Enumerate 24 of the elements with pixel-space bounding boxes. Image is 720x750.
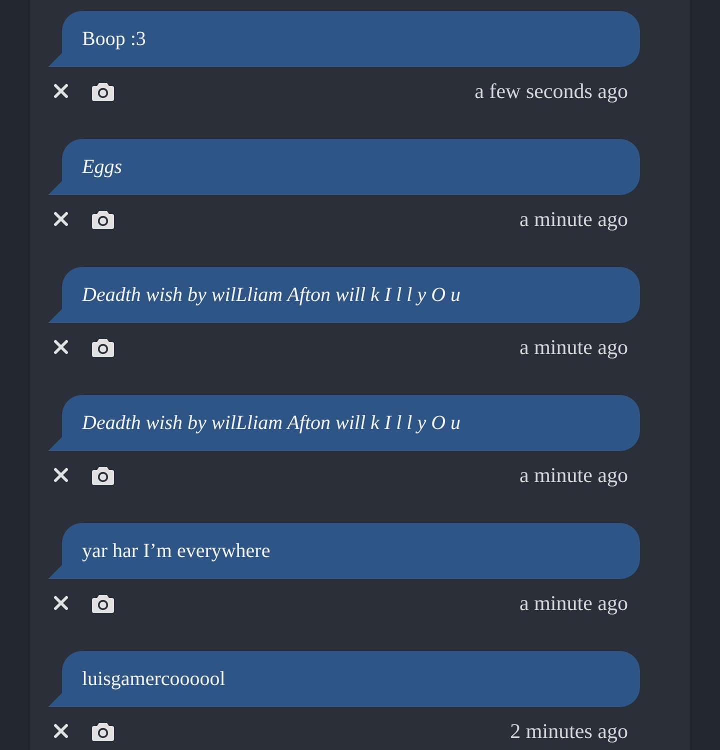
message-time: 2 minutes ago bbox=[510, 718, 628, 744]
close-icon[interactable] bbox=[53, 467, 69, 483]
camera-icon[interactable] bbox=[92, 210, 114, 228]
close-icon[interactable] bbox=[53, 723, 69, 739]
camera-icon[interactable] bbox=[92, 82, 114, 100]
close-icon[interactable] bbox=[53, 211, 69, 227]
camera-icon[interactable] bbox=[92, 338, 114, 356]
message-text: yar har I’m everywhere bbox=[82, 540, 270, 562]
camera-icon[interactable] bbox=[92, 594, 114, 612]
message-text: Deadth wish by wilLliam Afton will k I l l y O u bbox=[82, 284, 461, 306]
message-time: a few seconds ago bbox=[474, 78, 628, 104]
close-icon[interactable] bbox=[53, 339, 69, 355]
message-time: a minute ago bbox=[520, 462, 628, 488]
camera-icon[interactable] bbox=[92, 466, 114, 484]
message-time: a minute ago bbox=[520, 590, 628, 616]
message-time: a minute ago bbox=[520, 334, 628, 360]
close-icon[interactable] bbox=[53, 595, 69, 611]
message-text: Eggs bbox=[82, 156, 122, 178]
close-icon[interactable] bbox=[53, 83, 69, 99]
message-text: luisgamercoooool bbox=[82, 668, 226, 690]
message-text: Deadth wish by wilLliam Afton will k I l l y O u bbox=[82, 412, 461, 434]
message-time: a minute ago bbox=[520, 206, 628, 232]
camera-icon[interactable] bbox=[92, 722, 114, 740]
message-text: Boop :3 bbox=[82, 28, 146, 50]
